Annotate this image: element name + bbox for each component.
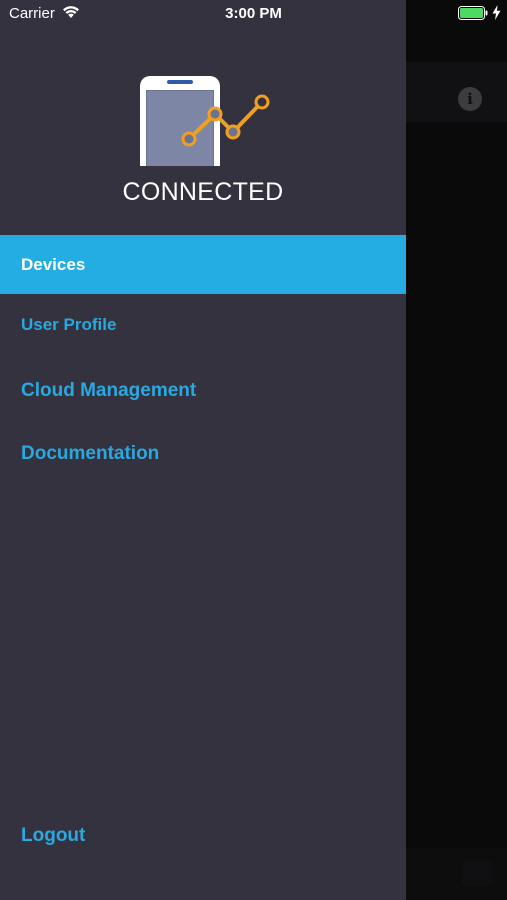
side-drawer: CONNECTED Devices User Profile Cloud Man… xyxy=(0,0,406,900)
menu-item-cloud-management[interactable]: Cloud Management xyxy=(0,370,406,412)
info-icon[interactable]: i xyxy=(458,87,482,111)
charging-bolt-icon xyxy=(492,5,501,20)
status-time: 3:00 PM xyxy=(225,5,282,22)
screen: i CONNECTED Devices User Profile Cloud M… xyxy=(0,0,507,900)
brand-title: CONNECTED xyxy=(122,178,284,206)
menu-item-user-profile[interactable]: User Profile xyxy=(0,305,406,345)
battery-icon xyxy=(458,6,488,20)
background-navbar xyxy=(406,62,507,122)
status-bar: Carrier 3:00 PM xyxy=(0,0,507,28)
background-bottom-button[interactable] xyxy=(462,860,492,886)
menu-item-documentation[interactable]: Documentation xyxy=(0,433,406,475)
phone-chart-icon xyxy=(140,76,270,166)
menu-item-devices[interactable]: Devices xyxy=(0,235,406,294)
logo: CONNECTED xyxy=(0,60,406,210)
menu-item-logout[interactable]: Logout xyxy=(0,815,406,857)
